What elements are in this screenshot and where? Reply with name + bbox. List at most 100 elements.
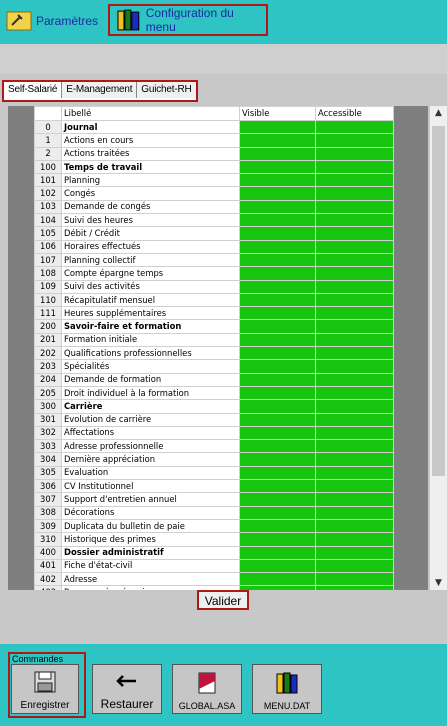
table-row[interactable]: 110 Récapitulatif mensuel xyxy=(34,292,394,308)
visible-cell[interactable] xyxy=(239,119,316,135)
visible-cell[interactable] xyxy=(239,213,316,228)
accessible-cell[interactable] xyxy=(315,346,394,361)
parametres-button[interactable]: Paramètres xyxy=(6,6,98,36)
accessible-cell[interactable] xyxy=(315,425,394,441)
visible-cell[interactable] xyxy=(239,452,316,467)
table-row[interactable]: 304 Dernière appréciation xyxy=(34,452,394,467)
visible-cell[interactable] xyxy=(239,558,316,574)
table-row[interactable]: 205 Droit individuel à la formation xyxy=(34,385,394,401)
table-row[interactable]: 200 Savoir-faire et formation xyxy=(34,319,394,334)
visible-cell[interactable] xyxy=(239,479,316,494)
accessible-cell[interactable] xyxy=(315,173,394,188)
accessible-cell[interactable] xyxy=(315,572,394,587)
accessible-cell[interactable] xyxy=(315,332,394,348)
accessible-cell[interactable] xyxy=(315,399,394,414)
table-row[interactable]: 305 Evaluation xyxy=(34,465,394,481)
visible-cell[interactable] xyxy=(239,505,316,520)
accessible-cell[interactable] xyxy=(315,518,394,534)
accessible-cell[interactable] xyxy=(315,213,394,228)
visible-cell[interactable] xyxy=(239,292,316,308)
accessible-cell[interactable] xyxy=(315,266,394,281)
visible-cell[interactable] xyxy=(239,146,316,161)
table-row[interactable]: 102 Congés xyxy=(34,186,394,201)
visible-cell[interactable] xyxy=(239,412,316,427)
visible-cell[interactable] xyxy=(239,266,316,281)
accessible-cell[interactable] xyxy=(315,199,394,215)
header-libelle[interactable]: Libellé xyxy=(61,106,240,121)
accessible-cell[interactable] xyxy=(315,319,394,334)
accessible-cell[interactable] xyxy=(315,385,394,401)
scroll-up-icon[interactable]: ▲ xyxy=(430,108,447,118)
header-accessible[interactable]: Accessible xyxy=(315,106,394,121)
table-row[interactable]: 104 Suivi des heures xyxy=(34,213,394,228)
accessible-cell[interactable] xyxy=(315,279,394,294)
visible-cell[interactable] xyxy=(239,173,316,188)
table-row[interactable]: 400 Dossier administratif xyxy=(34,545,394,560)
vertical-scrollbar[interactable]: ▲ ▼ xyxy=(430,106,447,590)
visible-cell[interactable] xyxy=(239,239,316,254)
table-row[interactable]: 105 Débit / Crédit xyxy=(34,226,394,241)
visible-cell[interactable] xyxy=(239,518,316,534)
accessible-cell[interactable] xyxy=(315,505,394,520)
configuration-menu-button[interactable]: Configuration du menu xyxy=(108,4,268,36)
tab-guichet-rh[interactable]: Guichet-RH xyxy=(137,82,196,98)
valider-button[interactable]: Valider xyxy=(197,590,249,610)
table-row[interactable]: 308 Décorations xyxy=(34,505,394,520)
table-row[interactable]: 203 Spécialités xyxy=(34,359,394,374)
accessible-cell[interactable] xyxy=(315,239,394,254)
visible-cell[interactable] xyxy=(239,532,316,547)
accessible-cell[interactable] xyxy=(315,119,394,135)
table-row[interactable]: 100 Temps de travail xyxy=(34,159,394,175)
accessible-cell[interactable] xyxy=(315,186,394,201)
accessible-cell[interactable] xyxy=(315,412,394,427)
table-row[interactable]: 306 CV Institutionnel xyxy=(34,479,394,494)
accessible-cell[interactable] xyxy=(315,492,394,507)
tab-self-salarie[interactable]: Self-Salarié xyxy=(4,82,63,98)
accessible-cell[interactable] xyxy=(315,252,394,268)
table-row[interactable]: 300 Carrière xyxy=(34,399,394,414)
table-row[interactable]: 303 Adresse professionnelle xyxy=(34,439,394,454)
accessible-cell[interactable] xyxy=(315,292,394,308)
accessible-cell[interactable] xyxy=(315,372,394,387)
visible-cell[interactable] xyxy=(239,545,316,560)
accessible-cell[interactable] xyxy=(315,133,394,148)
table-row[interactable]: 1 Actions en cours xyxy=(34,133,394,148)
visible-cell[interactable] xyxy=(239,346,316,361)
header-visible[interactable]: Visible xyxy=(239,106,316,121)
visible-cell[interactable] xyxy=(239,439,316,454)
visible-cell[interactable] xyxy=(239,186,316,201)
table-row[interactable]: 111 Heures supplémentaires xyxy=(34,306,394,321)
visible-cell[interactable] xyxy=(239,572,316,587)
visible-cell[interactable] xyxy=(239,585,316,590)
table-row[interactable]: 309 Duplicata du bulletin de paie xyxy=(34,518,394,534)
visible-cell[interactable] xyxy=(239,133,316,148)
tab-e-management[interactable]: E-Management xyxy=(62,82,138,98)
visible-cell[interactable] xyxy=(239,465,316,481)
visible-cell[interactable] xyxy=(239,385,316,401)
accessible-cell[interactable] xyxy=(315,558,394,574)
table-row[interactable]: 107 Planning collectif xyxy=(34,252,394,268)
visible-cell[interactable] xyxy=(239,199,316,215)
table-row[interactable]: 301 Evolution de carrière xyxy=(34,412,394,427)
scroll-thumb[interactable] xyxy=(432,126,445,476)
table-row[interactable]: 310 Historique des primes xyxy=(34,532,394,547)
visible-cell[interactable] xyxy=(239,492,316,507)
enregistrer-button[interactable]: Enregistrer xyxy=(11,664,79,714)
accessible-cell[interactable] xyxy=(315,465,394,481)
menu-dat-button[interactable]: MENU.DAT xyxy=(252,664,322,714)
accessible-cell[interactable] xyxy=(315,452,394,467)
table-row[interactable]: 204 Demande de formation xyxy=(34,372,394,387)
table-row[interactable]: 402 Adresse xyxy=(34,572,394,587)
accessible-cell[interactable] xyxy=(315,306,394,321)
accessible-cell[interactable] xyxy=(315,585,394,590)
table-row[interactable]: 106 Horaires effectués xyxy=(34,239,394,254)
accessible-cell[interactable] xyxy=(315,439,394,454)
accessible-cell[interactable] xyxy=(315,146,394,161)
table-row[interactable]: 401 Fiche d'état-civil xyxy=(34,558,394,574)
visible-cell[interactable] xyxy=(239,399,316,414)
global-asa-button[interactable]: GLOBAL.ASA xyxy=(172,664,242,714)
visible-cell[interactable] xyxy=(239,159,316,175)
table-row[interactable]: 109 Suivi des activités xyxy=(34,279,394,294)
visible-cell[interactable] xyxy=(239,319,316,334)
table-row[interactable]: 108 Compte épargne temps xyxy=(34,266,394,281)
